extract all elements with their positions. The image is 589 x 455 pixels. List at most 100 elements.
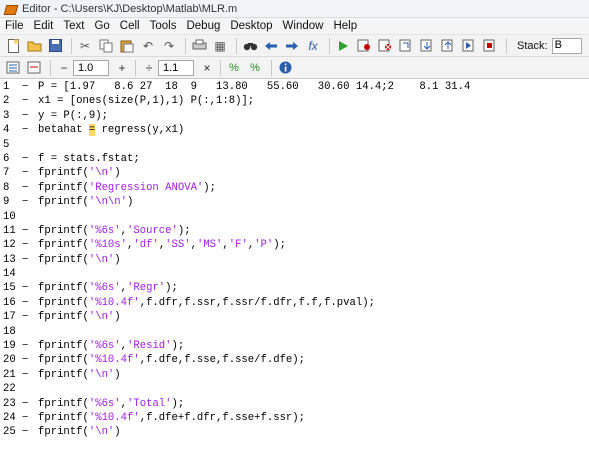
code-line[interactable]: 23− fprintf('%6s','Total');: [0, 397, 589, 411]
menu-help[interactable]: Help: [328, 20, 362, 32]
code-line[interactable]: 3− y = P(:,9);: [0, 109, 589, 123]
menu-go[interactable]: Go: [89, 20, 114, 32]
print-icon[interactable]: [190, 37, 208, 55]
code-line[interactable]: 20− fprintf('%10.4f',f.dfe,f.sse,f.sse/f.…: [0, 353, 589, 367]
code-line[interactable]: 4− betahat = regress(y,x1): [0, 123, 589, 137]
executable-marker[interactable]: −: [22, 94, 38, 108]
continue-icon[interactable]: [460, 37, 478, 55]
menu-edit[interactable]: Edit: [29, 20, 59, 32]
code-line[interactable]: 1− P = [1.97 8.6 27 18 9 13.80 55.60 30.6…: [0, 80, 589, 94]
code-line[interactable]: 25− fprintf('\n'): [0, 425, 589, 439]
executable-marker[interactable]: −: [22, 281, 38, 295]
executable-marker[interactable]: −: [22, 152, 38, 166]
cut-icon[interactable]: ✂: [76, 37, 94, 55]
increment-button[interactable]: +: [113, 59, 131, 77]
menu-cell[interactable]: Cell: [115, 20, 145, 32]
executable-marker[interactable]: −: [22, 310, 38, 324]
code-line[interactable]: 18: [0, 325, 589, 339]
uncomment-icon[interactable]: %: [246, 59, 264, 77]
decrement-button[interactable]: −: [55, 59, 73, 77]
paste-icon[interactable]: [118, 37, 136, 55]
code-line[interactable]: 14: [0, 267, 589, 281]
code-line[interactable]: 2− x1 = [ones(size(P,1),1) P(:,1:8)];: [0, 94, 589, 108]
code-line[interactable]: 16− fprintf('%10.4f',f.dfr,f.ssr,f.ssr/f.…: [0, 296, 589, 310]
code-line[interactable]: 22: [0, 382, 589, 396]
function-icon[interactable]: fx: [304, 37, 322, 55]
multiply-value-field[interactable]: 1.1: [158, 59, 194, 76]
executable-marker[interactable]: −: [22, 253, 38, 267]
exit-debug-icon[interactable]: [481, 37, 499, 55]
executable-marker[interactable]: −: [22, 353, 38, 367]
code-line[interactable]: 5: [0, 138, 589, 152]
executable-marker[interactable]: −: [22, 238, 38, 252]
executable-marker[interactable]: −: [22, 425, 38, 439]
multiply-button[interactable]: ×: [198, 59, 216, 77]
executable-marker[interactable]: −: [22, 123, 38, 137]
forward-arrow-icon[interactable]: [283, 37, 301, 55]
info-icon[interactable]: [276, 59, 294, 77]
stack-select[interactable]: B: [551, 37, 582, 54]
undo-icon[interactable]: ↶: [139, 37, 157, 55]
executable-marker[interactable]: [22, 210, 38, 224]
menu-desktop[interactable]: Desktop: [225, 20, 277, 32]
cell-mode-icon[interactable]: [4, 59, 22, 77]
executable-marker[interactable]: −: [22, 195, 38, 209]
executable-marker[interactable]: [22, 382, 38, 396]
menu-bar: File Edit Text Go Cell Tools Debug Deskt…: [0, 18, 589, 35]
code-line[interactable]: 6− f = stats.fstat;: [0, 152, 589, 166]
executable-marker[interactable]: −: [22, 224, 38, 238]
publish-icon[interactable]: ▦: [211, 37, 229, 55]
menu-text[interactable]: Text: [58, 20, 89, 32]
step-in-icon[interactable]: [418, 37, 436, 55]
code-line[interactable]: 7− fprintf('\n'): [0, 166, 589, 180]
executable-marker[interactable]: −: [22, 397, 38, 411]
executable-marker[interactable]: −: [22, 368, 38, 382]
redo-icon[interactable]: ↷: [160, 37, 178, 55]
code-line[interactable]: 17− fprintf('\n'): [0, 310, 589, 324]
code-line[interactable]: 13− fprintf('\n'): [0, 253, 589, 267]
menu-debug[interactable]: Debug: [181, 20, 225, 32]
increment-value-field[interactable]: 1.0: [73, 59, 109, 76]
menu-file[interactable]: File: [0, 20, 29, 32]
executable-marker[interactable]: −: [22, 109, 38, 123]
menu-window[interactable]: Window: [278, 20, 329, 32]
executable-marker[interactable]: −: [22, 339, 38, 353]
line-number: 4: [3, 124, 10, 137]
comment-icon[interactable]: %: [225, 59, 243, 77]
new-file-icon[interactable]: [4, 37, 22, 55]
code-token: ,f.dfe,f.sse,f.sse/f.dfe);: [139, 354, 306, 367]
executable-marker[interactable]: −: [22, 80, 38, 94]
executable-marker[interactable]: −: [22, 181, 38, 195]
code-token: ): [114, 426, 121, 439]
code-line[interactable]: 8− fprintf('Regression ANOVA');: [0, 181, 589, 195]
save-icon[interactable]: [46, 37, 64, 55]
copy-icon[interactable]: [97, 37, 115, 55]
insert-cell-icon[interactable]: [25, 59, 43, 77]
step-out-icon[interactable]: [439, 37, 457, 55]
set-breakpoint-icon[interactable]: [355, 37, 373, 55]
code-line[interactable]: 21− fprintf('\n'): [0, 368, 589, 382]
step-icon[interactable]: [397, 37, 415, 55]
code-line[interactable]: 9− fprintf('\n\n'): [0, 195, 589, 209]
back-arrow-icon[interactable]: [262, 37, 280, 55]
code-editor[interactable]: 1− P = [1.97 8.6 27 18 9 13.80 55.60 30.6…: [0, 80, 589, 455]
executable-marker[interactable]: [22, 267, 38, 281]
open-folder-icon[interactable]: [25, 37, 43, 55]
code-line[interactable]: 24− fprintf('%10.4f',f.dfe+f.dfr,f.sse+f.…: [0, 411, 589, 425]
code-line[interactable]: 19− fprintf('%6s','Resid');: [0, 339, 589, 353]
code-line[interactable]: 10: [0, 210, 589, 224]
clear-breakpoints-icon[interactable]: [376, 37, 394, 55]
code-line[interactable]: 12− fprintf('%10s','df','SS','MS','F','P'…: [0, 238, 589, 252]
executable-marker[interactable]: [22, 325, 38, 339]
find-binoculars-icon[interactable]: [241, 37, 259, 55]
executable-marker[interactable]: −: [22, 166, 38, 180]
menu-tools[interactable]: Tools: [145, 20, 182, 32]
executable-marker[interactable]: −: [22, 411, 38, 425]
code-line[interactable]: 15− fprintf('%6s','Regr');: [0, 281, 589, 295]
divide-button[interactable]: ÷: [140, 59, 158, 77]
run-icon[interactable]: [334, 37, 352, 55]
executable-marker[interactable]: [22, 138, 38, 152]
executable-marker[interactable]: −: [22, 296, 38, 310]
code-token: fprintf(: [38, 397, 89, 410]
code-line[interactable]: 11− fprintf('%6s','Source');: [0, 224, 589, 238]
